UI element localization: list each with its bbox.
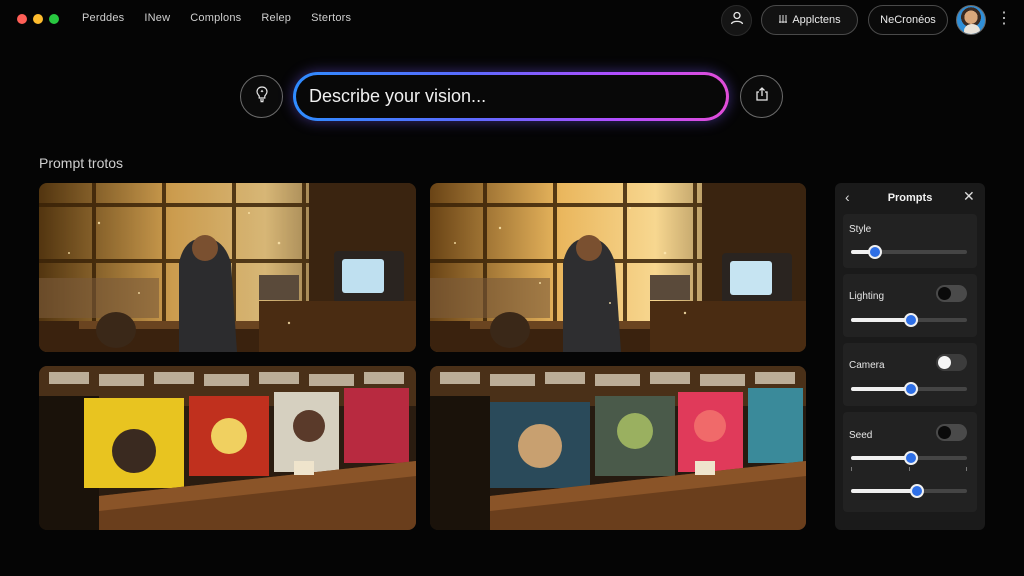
lighting-toggle[interactable] xyxy=(936,285,967,302)
camera-section: Camera xyxy=(843,343,977,406)
seed-slider[interactable] xyxy=(851,451,967,465)
lightbulb-icon xyxy=(253,85,271,108)
style-slider-knob[interactable] xyxy=(868,245,883,259)
gallery-image-3[interactable] xyxy=(39,366,416,530)
profile-button[interactable] xyxy=(721,5,752,36)
window-maximize-dot[interactable] xyxy=(49,14,59,24)
seed-slider-secondary-knob[interactable] xyxy=(910,484,925,498)
camera-label: Camera xyxy=(849,360,885,371)
person-icon xyxy=(730,11,744,30)
gallery-image-2[interactable] xyxy=(430,183,806,352)
camera-slider[interactable] xyxy=(851,382,967,396)
lighting-slider[interactable] xyxy=(851,313,967,327)
inspire-button[interactable] xyxy=(240,75,283,118)
seed-slider-ticks xyxy=(851,467,967,473)
bolt-icon xyxy=(778,14,788,27)
lighting-section: Lighting xyxy=(843,274,977,337)
new-creations-label: NeCronéos xyxy=(880,14,936,26)
nav-item-relep[interactable]: Relep xyxy=(261,12,291,24)
nav-item-complons[interactable]: Complons xyxy=(190,12,241,24)
window-minimize-dot[interactable] xyxy=(33,14,43,24)
kebab-icon[interactable]: ⋮ xyxy=(996,10,1012,28)
applications-button[interactable]: Applctens xyxy=(761,5,858,35)
prompt-field-inner xyxy=(296,75,726,118)
nav-item-perddes[interactable]: Perddes xyxy=(82,12,124,24)
seed-slider-secondary[interactable] xyxy=(851,484,967,498)
seed-section: Seed xyxy=(843,412,977,512)
prompt-field-frame xyxy=(293,72,729,121)
avatar[interactable] xyxy=(956,5,986,35)
close-icon[interactable]: ✕ xyxy=(963,189,975,203)
seed-slider-knob[interactable] xyxy=(904,451,919,465)
prompts-panel: ‹ Prompts ✕ Style Lighting Camera Seed xyxy=(835,183,985,530)
lighting-slider-knob[interactable] xyxy=(904,313,919,327)
gallery-image-4[interactable] xyxy=(430,366,806,530)
camera-toggle[interactable] xyxy=(936,354,967,371)
gallery-image-1[interactable] xyxy=(39,183,416,352)
applications-label: Applctens xyxy=(792,14,841,26)
prompt-input[interactable] xyxy=(309,86,726,107)
top-bar: Perddes INew Complons Relep Stertors App… xyxy=(0,0,1024,40)
lighting-label: Lighting xyxy=(849,291,885,302)
panel-header: ‹ Prompts ✕ xyxy=(835,183,985,213)
gallery-title: Prompt trotos xyxy=(39,155,124,171)
share-icon xyxy=(754,86,770,107)
share-button[interactable] xyxy=(740,75,783,118)
main-nav: Perddes INew Complons Relep Stertors xyxy=(82,12,371,24)
new-creations-button[interactable]: NeCronéos xyxy=(868,5,948,35)
chevron-left-icon[interactable]: ‹ xyxy=(845,190,850,204)
window-close-dot[interactable] xyxy=(17,14,27,24)
style-label: Style xyxy=(849,224,872,235)
style-slider[interactable] xyxy=(851,245,967,259)
seed-toggle[interactable] xyxy=(936,424,967,441)
nav-item-stertors[interactable]: Stertors xyxy=(311,12,351,24)
style-section: Style xyxy=(843,214,977,268)
nav-item-inew[interactable]: INew xyxy=(144,12,170,24)
panel-title: Prompts xyxy=(887,192,933,204)
camera-slider-knob[interactable] xyxy=(904,382,919,396)
seed-label: Seed xyxy=(849,430,873,441)
